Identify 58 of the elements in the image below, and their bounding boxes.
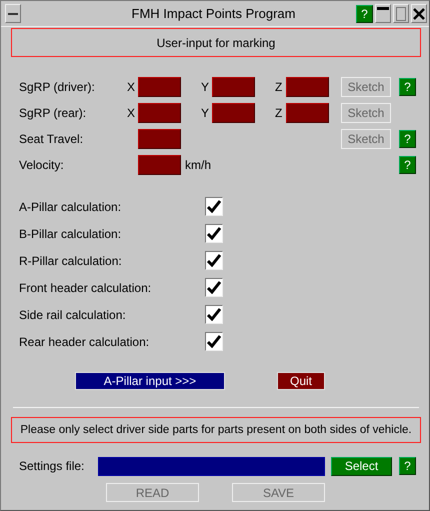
checkbox-label: R-Pillar calculation: [19, 254, 123, 268]
input-field[interactable] [212, 103, 255, 123]
axis-label: Z [275, 106, 284, 120]
checkmark-icon [207, 308, 221, 321]
help-button[interactable]: ? [399, 156, 416, 174]
help-button[interactable]: ? [399, 457, 416, 475]
input-field[interactable] [138, 155, 181, 175]
checkmark-icon [207, 200, 221, 213]
input-field[interactable] [138, 77, 181, 97]
checkbox[interactable] [205, 197, 223, 216]
checkbox[interactable] [205, 332, 223, 351]
minimize-button[interactable] [375, 4, 391, 23]
field-label: SgRP (rear): [19, 106, 88, 120]
checkbox[interactable] [205, 251, 223, 270]
section-banner: User-input for marking [11, 28, 421, 57]
quit-button[interactable]: Quit [277, 372, 325, 390]
axis-label: Y [201, 80, 210, 94]
maximize-button[interactable] [393, 4, 409, 23]
checkbox-label: B-Pillar calculation: [19, 226, 122, 240]
checkbox-label: Front header calculation: [19, 280, 152, 294]
help-button[interactable]: ? [356, 4, 373, 22]
close-button[interactable] [411, 4, 427, 23]
dash-icon [8, 12, 18, 14]
next-button[interactable]: A-Pillar input >>> [75, 372, 225, 390]
window-menu-button[interactable] [5, 4, 21, 23]
input-field[interactable] [138, 103, 181, 123]
minimize-icon [377, 7, 389, 10]
checkbox[interactable] [205, 224, 223, 243]
checkbox-label: Side rail calculation: [19, 308, 127, 322]
checkbox[interactable] [205, 305, 223, 324]
help-button[interactable]: ? [399, 130, 416, 148]
checkmark-icon [207, 335, 221, 348]
input-field[interactable] [286, 103, 329, 123]
checkmark-icon [207, 254, 221, 267]
field-label: SgRP (driver): [19, 80, 96, 94]
notice-banner: Please only select driver side parts for parts present on both sides of vehicle. [11, 417, 421, 443]
axis-label: Y [201, 106, 210, 120]
input-field[interactable] [286, 77, 329, 97]
checkmark-icon [207, 227, 221, 240]
maximize-icon [396, 6, 406, 20]
unit-label: km/h [185, 158, 212, 172]
close-icon [413, 8, 425, 20]
help-button[interactable]: ? [399, 78, 416, 96]
input-field[interactable] [212, 77, 255, 97]
field-label: Settings file: [19, 459, 86, 473]
axis-label: X [127, 106, 136, 120]
input-field[interactable] [138, 129, 181, 149]
checkbox[interactable] [205, 278, 223, 297]
axis-label: Z [275, 80, 284, 94]
window-title: FMH Impact Points Program [130, 6, 296, 21]
checkbox-label: A-Pillar calculation: [19, 200, 122, 214]
checkbox-label: Rear header calculation: [19, 334, 150, 348]
file-field[interactable] [98, 456, 325, 476]
field-label: Velocity: [19, 158, 65, 172]
checkmark-icon [207, 281, 221, 294]
field-label: Seat Travel: [19, 132, 84, 146]
select-button[interactable]: Select [331, 456, 392, 476]
axis-label: X [127, 80, 136, 94]
